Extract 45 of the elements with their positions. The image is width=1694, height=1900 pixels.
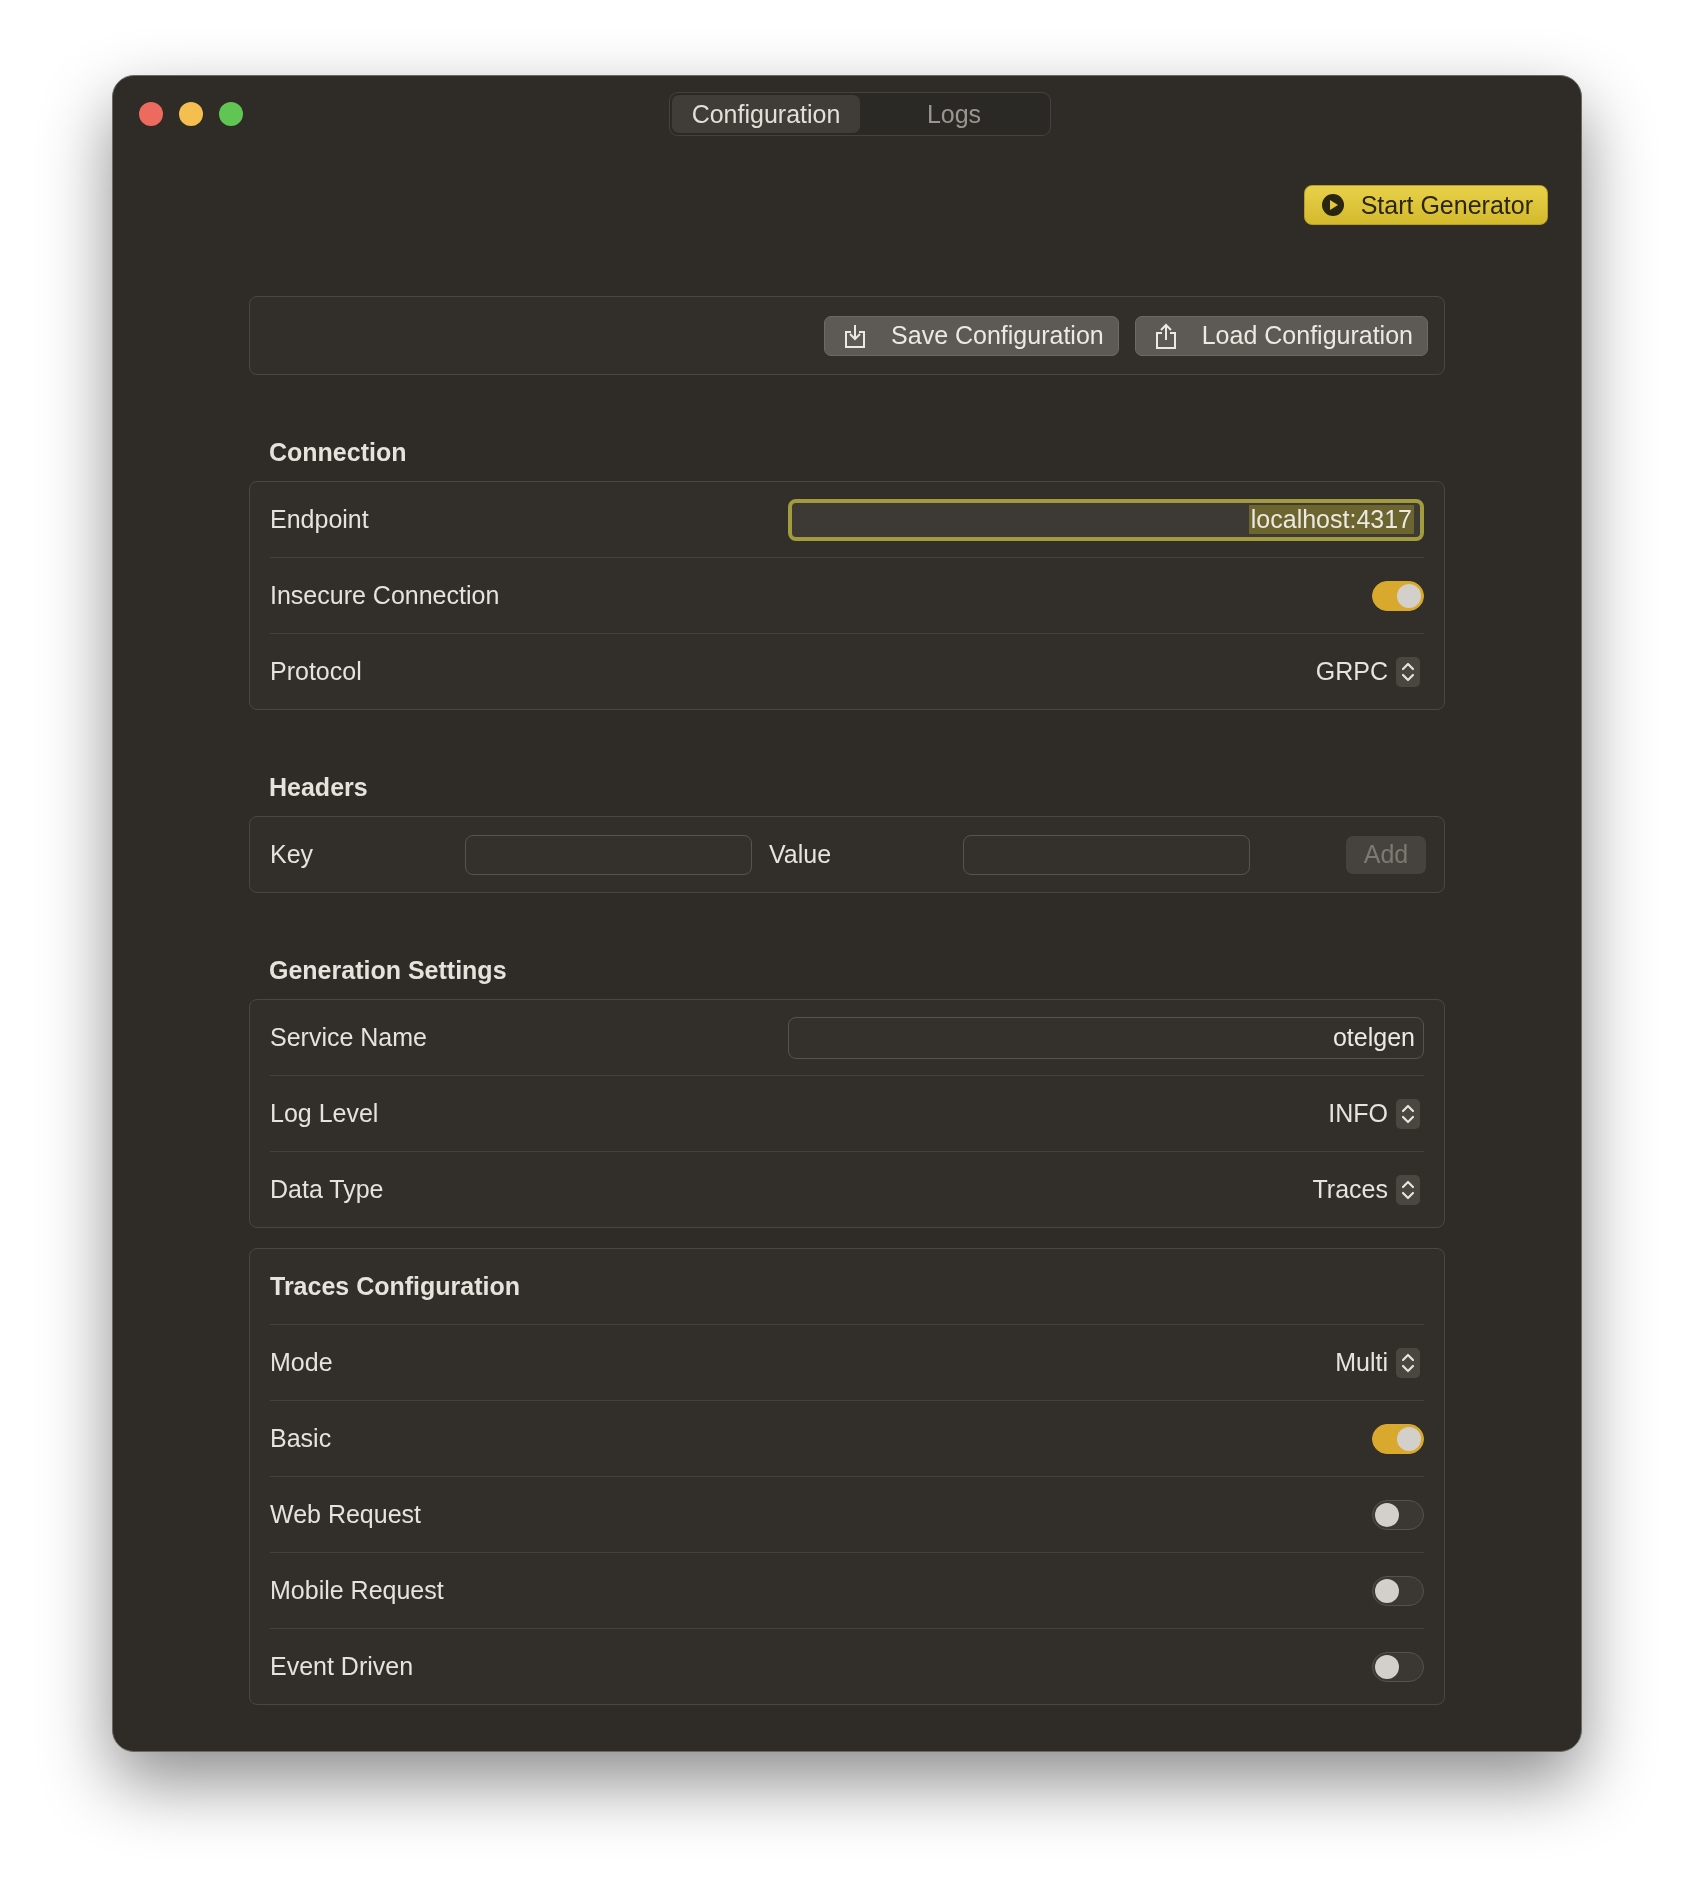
tray-download-icon [843, 322, 868, 349]
value-field[interactable] [963, 834, 1250, 875]
card-title: Traces Configuration [270, 1272, 521, 1301]
setting-label: Service Name [270, 1023, 427, 1052]
setting-label: Web Request [270, 1500, 421, 1529]
text-field[interactable]: localhost:4317 [788, 498, 1424, 541]
start-generator-button[interactable]: Start Generator [1303, 185, 1548, 225]
popup-button[interactable]: Multi [1335, 1347, 1424, 1378]
setting-label: Log Level [270, 1099, 379, 1128]
key-field[interactable] [465, 834, 752, 875]
tab[interactable]: Logs [860, 95, 1048, 133]
section-heading: Connection [268, 437, 408, 468]
section-heading: Headers [268, 772, 369, 803]
setting-label: Basic [270, 1424, 332, 1453]
minimize-button[interactable] [179, 102, 203, 126]
setting-label: Mode [270, 1348, 333, 1377]
text-field[interactable]: otelgen [788, 1016, 1424, 1059]
setting-label: Mobile Request [270, 1576, 444, 1605]
play-icon [1320, 193, 1345, 217]
setting-label: Event Driven [270, 1652, 414, 1681]
save-button[interactable]: Save Configuration [824, 315, 1119, 356]
stepper-icon [1396, 656, 1420, 687]
popup-button[interactable]: INFO [1328, 1098, 1424, 1129]
tab[interactable]: Configuration [672, 95, 860, 133]
toggle-switch[interactable] [1372, 1499, 1424, 1530]
toggle-switch[interactable] [1372, 580, 1424, 611]
share-icon [1153, 321, 1178, 350]
stepper-icon [1396, 1174, 1420, 1205]
setting-label: Protocol [270, 657, 362, 686]
close-button[interactable] [139, 102, 163, 126]
toggle-switch[interactable] [1372, 1575, 1424, 1606]
popup-button[interactable]: GRPC [1315, 656, 1424, 687]
key-label: Key [270, 840, 315, 869]
setting-label: Data Type [270, 1175, 384, 1204]
stepper-icon [1396, 1098, 1420, 1129]
toggle-switch[interactable] [1372, 1651, 1424, 1682]
load-button[interactable]: Load Configuration [1134, 315, 1428, 356]
setting-label: Endpoint [270, 505, 369, 534]
zoom-button[interactable] [219, 102, 243, 126]
stepper-icon [1396, 1347, 1420, 1378]
value-label: Value [768, 840, 833, 869]
section-heading: Generation Settings [268, 955, 508, 986]
setting-label: Insecure Connection [270, 581, 500, 610]
toggle-switch[interactable] [1372, 1423, 1424, 1454]
popup-button[interactable]: Traces [1312, 1174, 1424, 1205]
